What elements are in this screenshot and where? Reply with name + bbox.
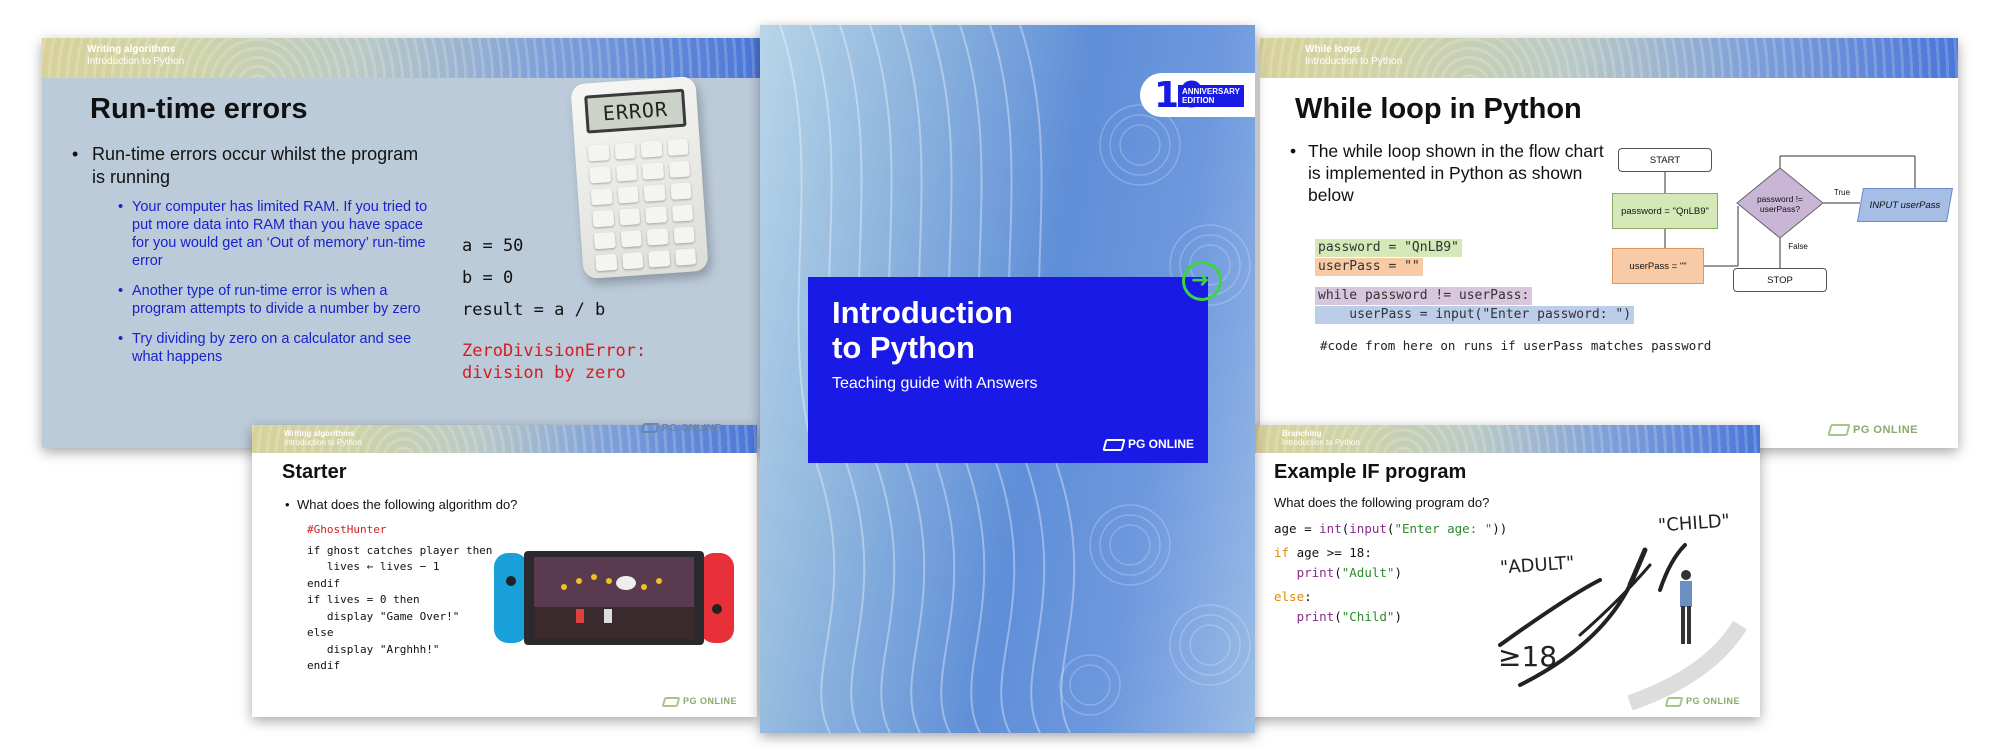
main-bullet: What does the following algorithm do? — [285, 497, 517, 512]
pseudocode-line: if lives = 0 then — [307, 593, 420, 606]
game-console-image — [494, 551, 734, 645]
banner-section: Writing algorithms — [284, 429, 355, 438]
slide-title: Example IF program — [1274, 461, 1467, 483]
book-cover: 10 ANNIVERSARYEDITION Introduction to Py… — [760, 25, 1255, 733]
flowchart-assign-password: password = "QnLB9" — [1612, 193, 1718, 229]
slide-title: Run-time errors — [90, 93, 308, 125]
sub-bullet: Another type of run-time error is when a… — [118, 282, 432, 318]
slide-example-if: Branching Introduction to Python Example… — [1250, 425, 1760, 717]
slide-title: Starter — [282, 461, 347, 483]
pg-online-logo: PG ONLINE — [1664, 696, 1740, 707]
decision-arrows-image — [1498, 543, 1747, 710]
pseudocode-line: endif — [307, 576, 341, 590]
anniversary-label: ANNIVERSARY EDITION — [1178, 85, 1244, 107]
main-bullet: Run-time errors occur whilst the program… — [72, 143, 422, 189]
anniversary-badge: 10 ANNIVERSARYEDITION — [1140, 73, 1255, 117]
flowchart-false-label: False — [1788, 241, 1808, 251]
code-line: result = a / b — [462, 300, 606, 320]
arrow-icon — [1182, 261, 1222, 301]
banner-section: Writing algorithms — [87, 44, 176, 55]
flowchart-stop: STOP — [1733, 268, 1827, 292]
pg-online-logo: PG ONLINE — [661, 696, 737, 707]
flowchart-assign-userpass: userPass = "" — [1612, 248, 1704, 284]
book-title: Introduction to Python — [832, 295, 1013, 365]
code-line: else: — [1274, 589, 1312, 604]
pseudocode-line: display "Game Over!" — [307, 609, 460, 623]
slide-banner: Writing algorithms Introduction to Pytho… — [42, 38, 760, 78]
publisher-logo: PG ONLINE — [1102, 437, 1194, 451]
python-code-block: age = int(input("Enter age: ")) if age >=… — [1274, 519, 1507, 627]
banner-text: Writing algorithms Introduction to Pytho… — [284, 429, 362, 447]
error-message: ZeroDivisionError: division by zero — [462, 340, 646, 384]
slide-while-loop: While loops Introduction to Python While… — [1260, 38, 1958, 448]
banner-section: Branching — [1282, 429, 1322, 438]
pseudocode-line: else — [307, 626, 334, 639]
sub-bullet-list: Your computer has limited RAM. If you tr… — [118, 198, 432, 378]
code-line: print("Adult") — [1296, 565, 1402, 580]
slide-run-time-errors: Writing algorithms Introduction to Pytho… — [42, 38, 760, 448]
banner-subsection: Introduction to Python — [1305, 56, 1403, 67]
pg-online-logo: PG ONLINE — [640, 423, 722, 434]
error-line: division by zero — [462, 363, 626, 383]
flowchart-true-label: True — [1833, 187, 1851, 197]
calculator-image: ERROR — [570, 75, 709, 280]
banner-subsection: Introduction to Python — [1282, 438, 1360, 447]
code-line: if age >= 18: — [1274, 545, 1372, 560]
handwriting-condition: ≥18 — [1498, 640, 1558, 673]
question-text: What does the following program do? — [1274, 495, 1490, 510]
sub-bullet: Try dividing by zero on a calculator and… — [118, 330, 432, 366]
pseudocode-block: #GhostHunter if ghost catches player then… — [307, 522, 492, 675]
banner-subsection: Introduction to Python — [87, 56, 185, 67]
calculator-keys — [587, 138, 697, 272]
error-line: ZeroDivisionError: — [462, 341, 647, 361]
sub-bullet: Your computer has limited RAM. If you tr… — [118, 198, 432, 270]
figurine — [1680, 570, 1692, 644]
flowchart-connectors — [1664, 155, 1916, 268]
pg-online-logo: PG ONLINE — [1827, 424, 1918, 436]
flowchart-start: START — [1618, 148, 1712, 172]
banner-text: Writing algorithms Introduction to Pytho… — [87, 44, 184, 68]
slide-banner: Branching Introduction to Python — [1250, 425, 1760, 453]
flowchart-input: INPUT userPass — [1857, 188, 1953, 222]
title-panel: Introduction to Python Teaching guide wi… — [808, 277, 1208, 463]
banner-subsection: Introduction to Python — [284, 438, 362, 447]
book-subtitle: Teaching guide with Answers — [832, 375, 1038, 392]
code-line: age = int(input("Enter age: ")) — [1274, 521, 1508, 536]
banner-section: While loops — [1305, 44, 1362, 55]
flowchart-decision: password != userPass? — [1756, 194, 1804, 214]
banner-text: While loops Introduction to Python — [1305, 44, 1402, 68]
pseudocode-line: if ghost catches player then — [307, 543, 493, 557]
code-line: b = 0 — [462, 268, 514, 288]
calculator-display: ERROR — [584, 88, 687, 134]
pseudocode-line: lives ← lives − 1 — [307, 560, 440, 573]
pseudocode-line: endif — [307, 659, 341, 672]
banner-text: Branching Introduction to Python — [1282, 429, 1360, 447]
slide-starter: Writing algorithms Introduction to Pytho… — [252, 425, 757, 717]
pseudocode-title: #GhostHunter — [307, 523, 387, 536]
code-line: print("Child") — [1296, 609, 1402, 624]
pseudocode-line: display "Arghhh!" — [307, 642, 440, 656]
